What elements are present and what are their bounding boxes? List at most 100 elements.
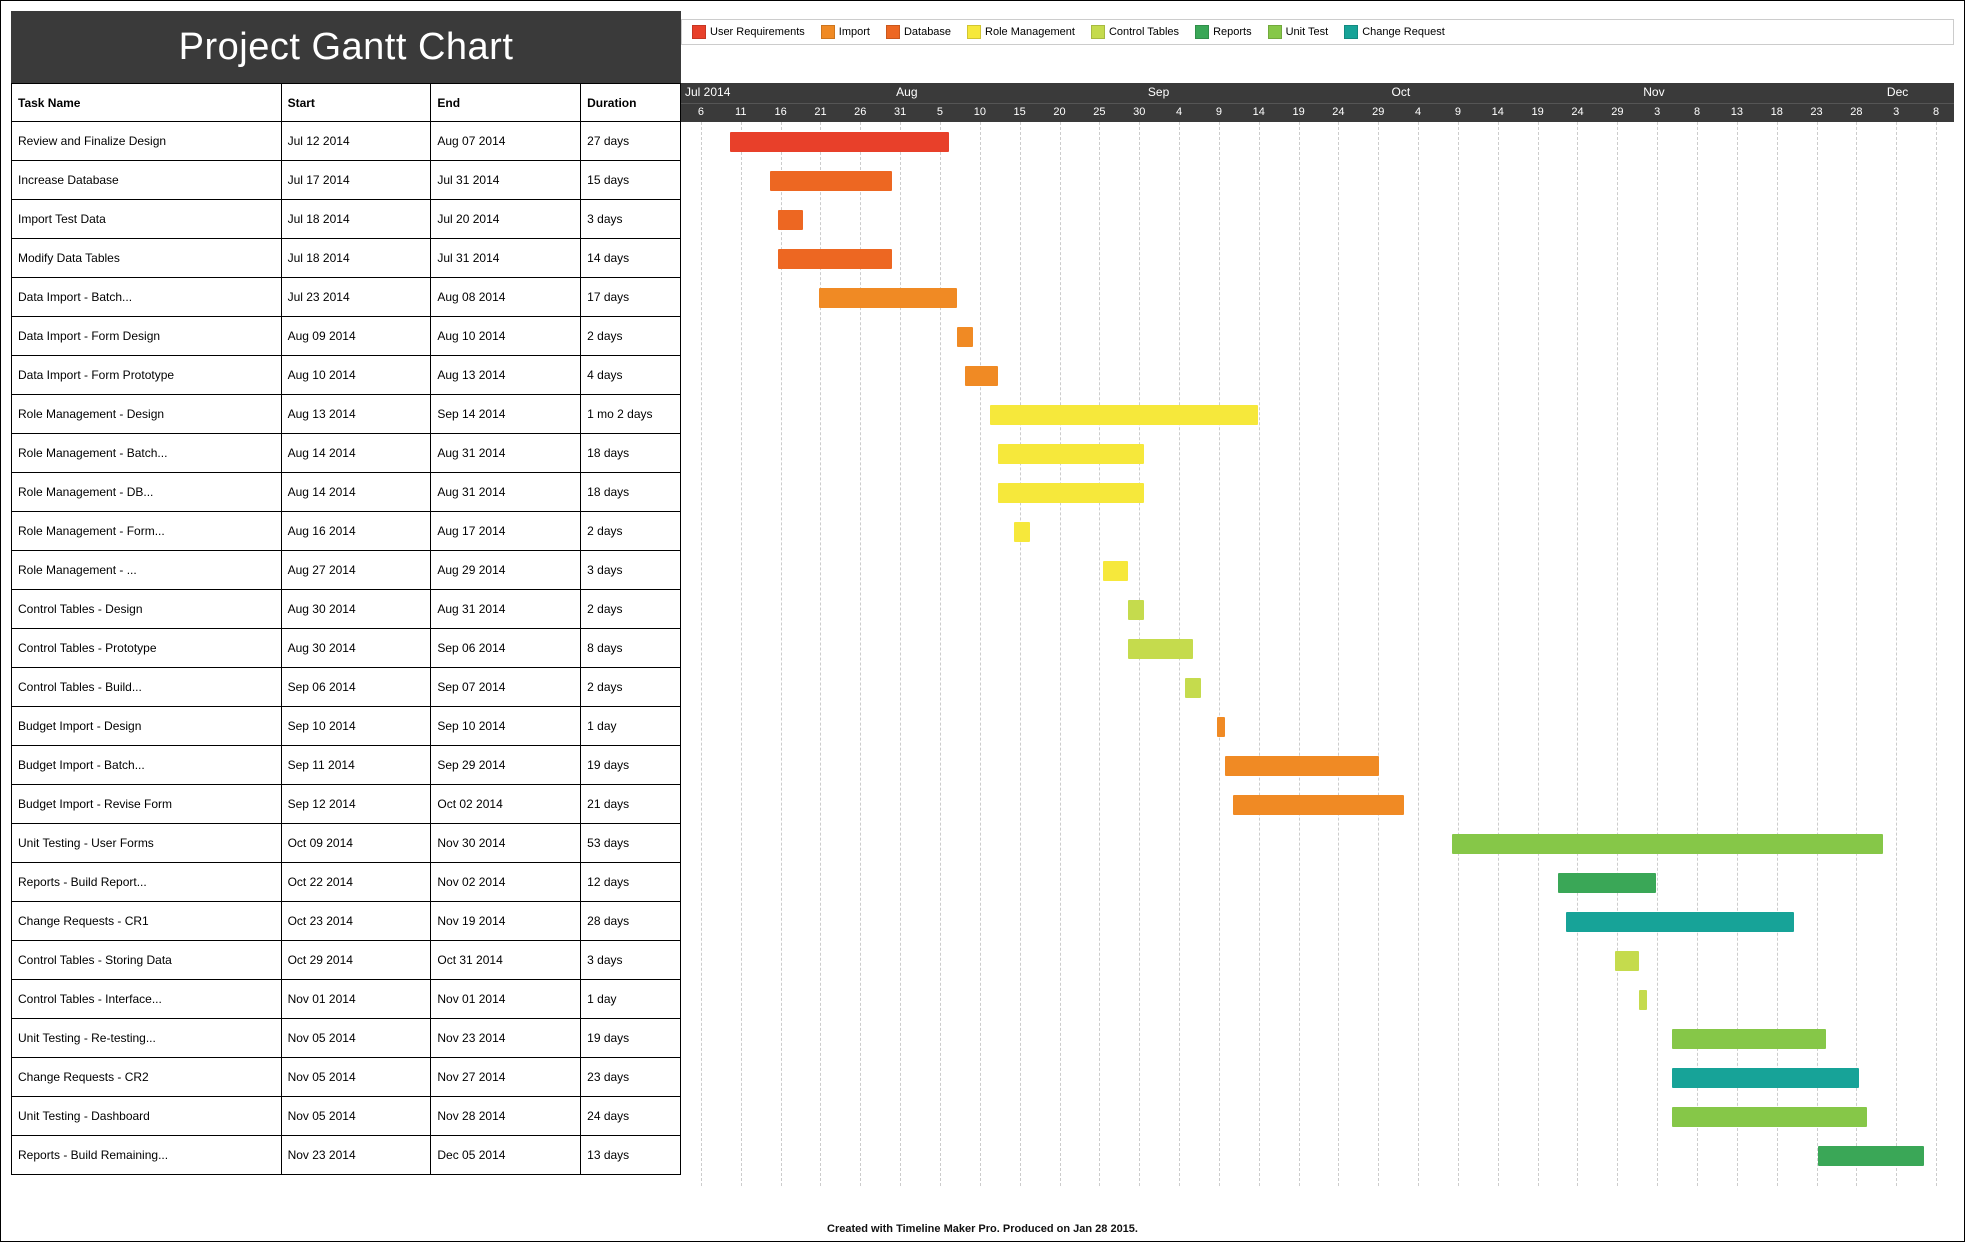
gridline (1777, 122, 1778, 1186)
td-task: Control Tables - Interface... (12, 980, 282, 1019)
axis-month-label: Aug (896, 85, 917, 99)
gantt-bar[interactable] (1558, 873, 1655, 893)
td-end: Nov 02 2014 (431, 863, 581, 902)
td-duration: 2 days (581, 317, 681, 356)
gantt-bar[interactable] (1672, 1068, 1859, 1088)
gridline (1737, 122, 1738, 1186)
gantt-bar[interactable] (730, 132, 949, 152)
gridline (1657, 122, 1658, 1186)
gantt-bar[interactable] (778, 210, 802, 230)
axis-day-label: 13 (1717, 106, 1757, 118)
gantt-bar[interactable] (1233, 795, 1404, 815)
td-task: Control Tables - Storing Data (12, 941, 282, 980)
axis-day-label: 24 (1558, 106, 1598, 118)
td-duration: 12 days (581, 863, 681, 902)
gantt-bar[interactable] (1103, 561, 1127, 581)
td-end: Dec 05 2014 (431, 1136, 581, 1175)
axis-day-label: 19 (1518, 106, 1558, 118)
gantt-bar[interactable] (1818, 1146, 1924, 1166)
axis-day-label: 9 (1199, 106, 1239, 118)
td-duration: 4 days (581, 356, 681, 395)
td-duration: 18 days (581, 473, 681, 512)
gantt-bar[interactable] (1672, 1107, 1867, 1127)
gantt-bar[interactable] (778, 249, 892, 269)
td-start: Aug 27 2014 (282, 551, 432, 590)
td-end: Nov 23 2014 (431, 1019, 581, 1058)
axis-months: Jul 2014AugSepOctNovDec (681, 83, 1954, 103)
gantt-bar[interactable] (1128, 639, 1193, 659)
legend-swatch (967, 25, 981, 39)
gantt-bar[interactable] (1672, 1029, 1826, 1049)
td-start: Sep 12 2014 (282, 785, 432, 824)
gantt-bar[interactable] (819, 288, 957, 308)
axis-day-label: 26 (840, 106, 880, 118)
gridline (1498, 122, 1499, 1186)
gantt-container: Project Gantt Chart User RequirementsImp… (0, 0, 1965, 1242)
header-row: Project Gantt Chart User RequirementsImp… (11, 11, 1954, 83)
axis-day-label: 24 (1319, 106, 1359, 118)
table-row: Unit Testing - User FormsOct 09 2014Nov … (11, 824, 681, 863)
gantt-bar[interactable] (1452, 834, 1882, 854)
td-end: Jul 31 2014 (431, 239, 581, 278)
gantt-bar[interactable] (1128, 600, 1144, 620)
gridline (1259, 122, 1260, 1186)
td-start: Nov 05 2014 (282, 1097, 432, 1136)
td-task: Role Management - ... (12, 551, 282, 590)
td-start: Sep 10 2014 (282, 707, 432, 746)
gantt-bar[interactable] (998, 483, 1144, 503)
td-end: Sep 29 2014 (431, 746, 581, 785)
gantt-bar[interactable] (965, 366, 997, 386)
legend-item: Database (886, 25, 951, 39)
gantt-bar[interactable] (957, 327, 973, 347)
td-task: Unit Testing - Re-testing... (12, 1019, 282, 1058)
table-row: Increase DatabaseJul 17 2014Jul 31 20141… (11, 161, 681, 200)
td-duration: 3 days (581, 551, 681, 590)
axis-day-label: 11 (721, 106, 761, 118)
td-task: Review and Finalize Design (12, 122, 282, 161)
legend-swatch (821, 25, 835, 39)
td-duration: 53 days (581, 824, 681, 863)
gantt-bar[interactable] (770, 171, 892, 191)
gantt-bar[interactable] (1185, 678, 1201, 698)
task-table: Task Name Start End Duration Review and … (11, 83, 681, 1186)
axis-day-label: 30 (1119, 106, 1159, 118)
axis-day-label: 3 (1637, 106, 1677, 118)
gantt-bar[interactable] (1615, 951, 1639, 971)
td-start: Aug 30 2014 (282, 629, 432, 668)
table-row: Review and Finalize DesignJul 12 2014Aug… (11, 122, 681, 161)
td-duration: 19 days (581, 1019, 681, 1058)
legend-label: Database (904, 26, 951, 38)
table-row: Import Test DataJul 18 2014Jul 20 20143 … (11, 200, 681, 239)
gridline (860, 122, 861, 1186)
gantt-bar[interactable] (1225, 756, 1379, 776)
legend-label: Import (839, 26, 870, 38)
td-task: Budget Import - Batch... (12, 746, 282, 785)
gantt-bar[interactable] (990, 405, 1258, 425)
axis-day-label: 9 (1438, 106, 1478, 118)
gantt-bar[interactable] (1639, 990, 1647, 1010)
gridline (1299, 122, 1300, 1186)
axis-day-label: 8 (1677, 106, 1717, 118)
axis-day-label: 15 (1000, 106, 1040, 118)
td-duration: 15 days (581, 161, 681, 200)
axis-day-label: 14 (1478, 106, 1518, 118)
gantt-bar[interactable] (1014, 522, 1030, 542)
gantt-bar[interactable] (1217, 717, 1225, 737)
gantt-bar[interactable] (998, 444, 1144, 464)
legend-label: Change Request (1362, 26, 1445, 38)
td-duration: 14 days (581, 239, 681, 278)
gantt-bar[interactable] (1566, 912, 1793, 932)
td-duration: 19 days (581, 746, 681, 785)
td-start: Oct 22 2014 (282, 863, 432, 902)
table-row: Role Management - Form...Aug 16 2014Aug … (11, 512, 681, 551)
table-row: Unit Testing - DashboardNov 05 2014Nov 2… (11, 1097, 681, 1136)
page-title: Project Gantt Chart (11, 11, 681, 83)
gridline (1219, 122, 1220, 1186)
td-start: Jul 17 2014 (282, 161, 432, 200)
gridline (940, 122, 941, 1186)
table-row: Control Tables - Storing DataOct 29 2014… (11, 941, 681, 980)
td-end: Nov 19 2014 (431, 902, 581, 941)
legend-item: Import (821, 25, 870, 39)
axis-day-label: 14 (1239, 106, 1279, 118)
td-start: Sep 11 2014 (282, 746, 432, 785)
